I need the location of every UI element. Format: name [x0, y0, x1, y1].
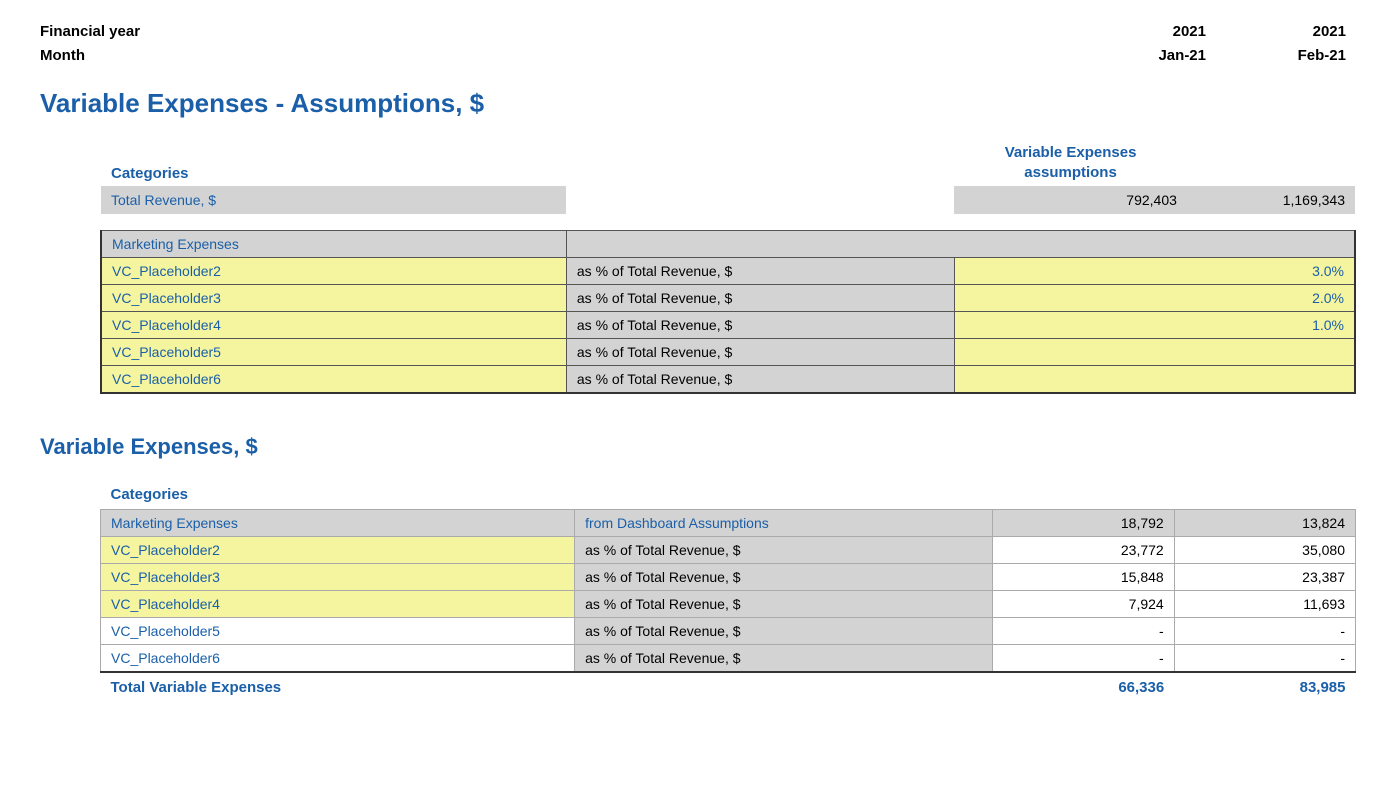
ve-vc6-val2: -	[1174, 644, 1355, 672]
ve-vc6-val1: -	[993, 644, 1174, 672]
vc3-desc: as % of Total Revenue, $	[566, 284, 954, 311]
total-revenue-label: Total Revenue, $	[101, 186, 566, 214]
assumptions-section: Variable Expenses - Assumptions, $ Categ…	[40, 88, 1356, 394]
ve-vc4-row: VC_Placeholder4 as % of Total Revenue, $…	[101, 590, 1356, 617]
total-revenue-row: Total Revenue, $ 792,403 1,169,343	[101, 186, 1355, 214]
ve-vc3-name: VC_Placeholder3	[101, 563, 575, 590]
vc2-desc: as % of Total Revenue, $	[566, 257, 954, 284]
total-revenue-val1: 792,403	[954, 186, 1187, 214]
spacer-col-header	[566, 139, 954, 186]
vc4-val: 1.0%	[954, 311, 1355, 338]
month-1: Jan-21	[1076, 44, 1206, 68]
marketing-name: Marketing Expenses	[101, 230, 566, 257]
header-left: Financial year Month	[40, 20, 140, 68]
month-2: Feb-21	[1216, 44, 1346, 68]
vc3-name: VC_Placeholder3	[101, 284, 566, 311]
col-2021-feb: 2021 Feb-21	[1216, 20, 1356, 68]
ve-vc3-val2: 23,387	[1174, 563, 1355, 590]
ve-total-val2: 83,985	[1174, 672, 1355, 702]
ve-title: Variable Expenses, $	[40, 434, 1356, 460]
ve-vc2-name: VC_Placeholder2	[101, 536, 575, 563]
vc2-val: 3.0%	[954, 257, 1355, 284]
col-header-row: Categories Variable Expenses assumptions	[101, 139, 1355, 186]
ve-marketing-name: Marketing Expenses	[101, 509, 575, 536]
ve-total-row: Total Variable Expenses 66,336 83,985	[101, 672, 1356, 702]
total-revenue-val2: 1,169,343	[1187, 186, 1355, 214]
ve-total-val1: 66,336	[993, 672, 1174, 702]
vc2-row: VC_Placeholder2 as % of Total Revenue, $…	[101, 257, 1355, 284]
ve-vc3-desc: as % of Total Revenue, $	[575, 563, 993, 590]
ve-vc3-val1: 15,848	[993, 563, 1174, 590]
vc4-desc: as % of Total Revenue, $	[566, 311, 954, 338]
ve-vc6-row: VC_Placeholder6 as % of Total Revenue, $…	[101, 644, 1356, 672]
ve-table: Categories Marketing Expenses from Dashb…	[100, 480, 1356, 702]
ve-marketing-val2: 13,824	[1174, 509, 1355, 536]
header: Financial year Month 2021 Jan-21 2021 Fe…	[40, 20, 1356, 68]
ve-marketing-desc: from Dashboard Assumptions	[575, 509, 993, 536]
ve-vc5-val1: -	[993, 617, 1174, 644]
ve-col1-header	[993, 480, 1174, 510]
ve-vc2-val1: 23,772	[993, 536, 1174, 563]
ve-table-wrapper: Categories Marketing Expenses from Dashb…	[100, 480, 1356, 702]
spacer	[101, 214, 1355, 230]
vc5-row: VC_Placeholder5 as % of Total Revenue, $	[101, 338, 1355, 365]
ve-vc4-val2: 11,693	[1174, 590, 1355, 617]
vc5-val	[954, 338, 1355, 365]
ve-vc5-row: VC_Placeholder5 as % of Total Revenue, $…	[101, 617, 1356, 644]
ve-total-label: Total Variable Expenses	[101, 672, 993, 702]
revenue-spacer	[566, 186, 954, 214]
header-right: 2021 Jan-21 2021 Feb-21	[1076, 20, 1356, 68]
ve-col2-header	[1174, 480, 1355, 510]
vc6-row: VC_Placeholder6 as % of Total Revenue, $	[101, 365, 1355, 393]
ve-cat-header: Categories	[101, 480, 1356, 510]
ve-vc2-row: VC_Placeholder2 as % of Total Revenue, $…	[101, 536, 1356, 563]
categories-col-header: Categories	[101, 139, 566, 186]
ve-section: Variable Expenses, $ Categories Marketin…	[40, 434, 1356, 702]
ve-vc2-val2: 35,080	[1174, 536, 1355, 563]
vc5-name: VC_Placeholder5	[101, 338, 566, 365]
assumptions-title: Variable Expenses - Assumptions, $	[40, 88, 1356, 119]
ve-categories-label: Categories	[101, 480, 575, 510]
col-2021-jan: 2021 Jan-21	[1076, 20, 1216, 68]
ve-vc6-name: VC_Placeholder6	[101, 644, 575, 672]
ve-marketing-row: Marketing Expenses from Dashboard Assump…	[101, 509, 1356, 536]
ve-vc4-desc: as % of Total Revenue, $	[575, 590, 993, 617]
ve-marketing-val1: 18,792	[993, 509, 1174, 536]
month-label: Month	[40, 44, 140, 68]
ve-col-header: Variable Expenses assumptions	[954, 139, 1187, 186]
marketing-span	[566, 230, 1355, 257]
vc3-val: 2.0%	[954, 284, 1355, 311]
vc3-row: VC_Placeholder3 as % of Total Revenue, $…	[101, 284, 1355, 311]
assumptions-table: Categories Variable Expenses assumptions…	[100, 139, 1356, 394]
ve-spacer-header	[575, 480, 993, 510]
vc6-name: VC_Placeholder6	[101, 365, 566, 393]
vc4-name: VC_Placeholder4	[101, 311, 566, 338]
vc6-val	[954, 365, 1355, 393]
ve-vc4-val1: 7,924	[993, 590, 1174, 617]
vc2-name: VC_Placeholder2	[101, 257, 566, 284]
vc4-row: VC_Placeholder4 as % of Total Revenue, $…	[101, 311, 1355, 338]
ve-vc5-val2: -	[1174, 617, 1355, 644]
ve-vc2-desc: as % of Total Revenue, $	[575, 536, 993, 563]
ve-vc3-row: VC_Placeholder3 as % of Total Revenue, $…	[101, 563, 1356, 590]
assumptions-table-wrapper: Categories Variable Expenses assumptions…	[100, 139, 1356, 394]
marketing-header-row: Marketing Expenses	[101, 230, 1355, 257]
vc6-desc: as % of Total Revenue, $	[566, 365, 954, 393]
ve-vc6-desc: as % of Total Revenue, $	[575, 644, 993, 672]
vc5-desc: as % of Total Revenue, $	[566, 338, 954, 365]
year-1: 2021	[1076, 20, 1206, 44]
ve-vc5-name: VC_Placeholder5	[101, 617, 575, 644]
year-2: 2021	[1216, 20, 1346, 44]
ve-vc5-desc: as % of Total Revenue, $	[575, 617, 993, 644]
ve-vc4-name: VC_Placeholder4	[101, 590, 575, 617]
financial-year-label: Financial year	[40, 20, 140, 44]
